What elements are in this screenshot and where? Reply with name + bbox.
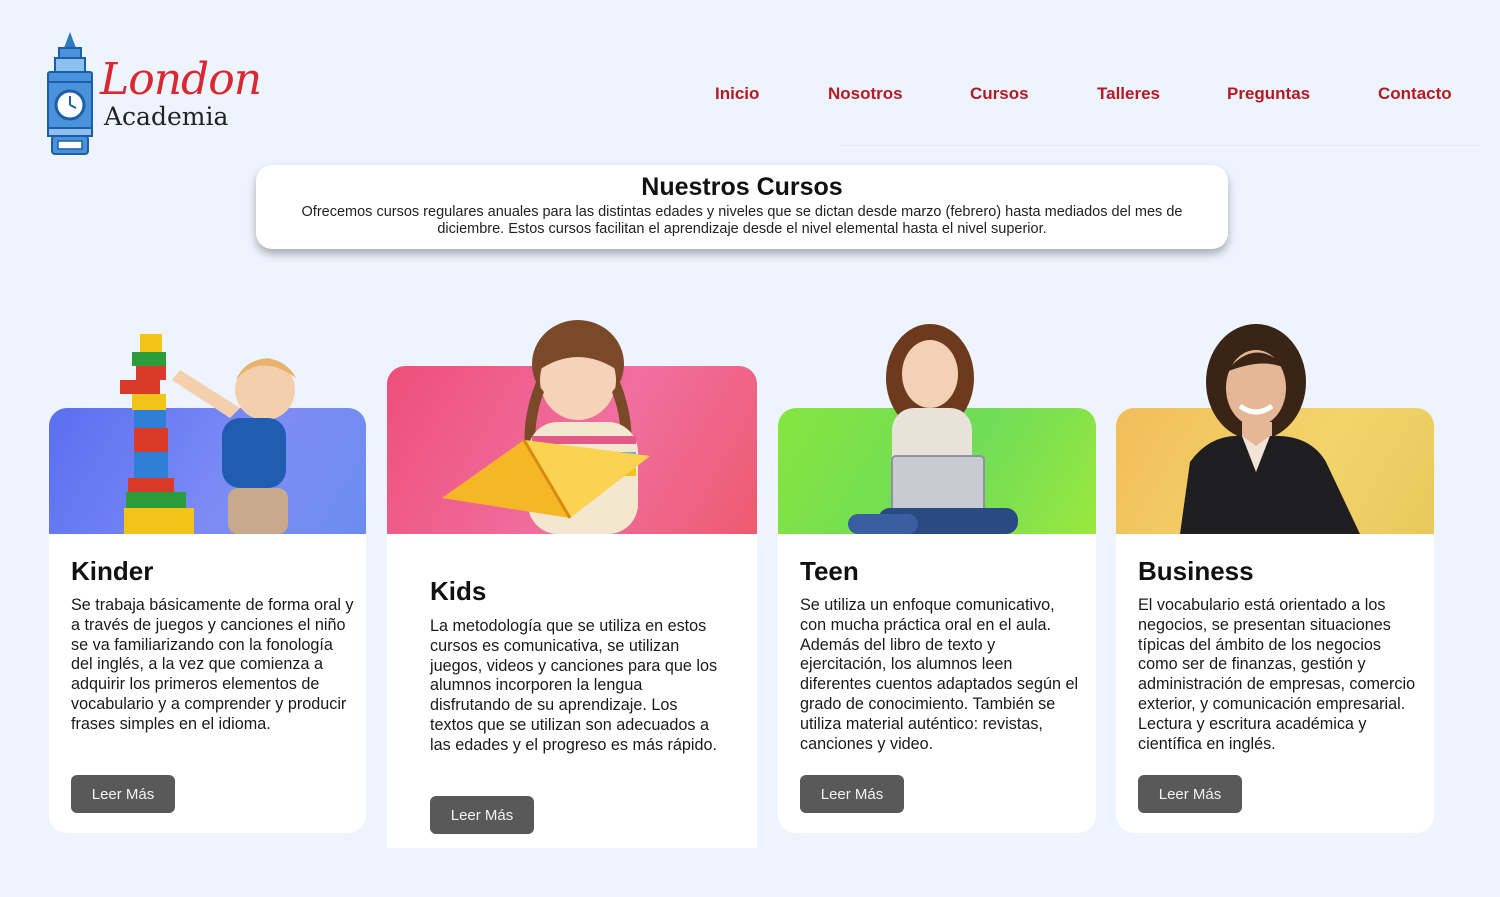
kids-girl-image bbox=[442, 320, 650, 534]
leer-mas-button[interactable]: Leer Más bbox=[71, 775, 175, 813]
card-title: Kinder bbox=[71, 556, 154, 586]
kinder-child-image bbox=[120, 334, 296, 534]
nav-nosotros[interactable]: Nosotros bbox=[828, 84, 903, 104]
courses-intro: Nuestros Cursos Ofrecemos cursos regular… bbox=[256, 165, 1228, 249]
card-title: Business bbox=[1138, 556, 1254, 586]
card-text: Se utiliza un enfoque comunicativo, con … bbox=[800, 596, 1079, 753]
nav-cursos[interactable]: Cursos bbox=[970, 84, 1029, 104]
header-divider bbox=[840, 145, 1480, 146]
nav-contacto[interactable]: Contacto bbox=[1378, 84, 1452, 104]
courses-description: Ofrecemos cursos regulares anuales para … bbox=[301, 204, 1183, 237]
nav-talleres[interactable]: Talleres bbox=[1097, 84, 1160, 104]
leer-mas-button[interactable]: Leer Más bbox=[800, 775, 904, 813]
leer-mas-button[interactable]: Leer Más bbox=[1138, 775, 1242, 813]
card-text: Se trabaja básicamente de forma oral y a… bbox=[71, 596, 354, 733]
leer-mas-button[interactable]: Leer Más bbox=[430, 796, 534, 834]
card-text: El vocabulario está orientado a los nego… bbox=[1138, 596, 1416, 753]
nav-preguntas[interactable]: Preguntas bbox=[1227, 84, 1310, 104]
main-nav: Inicio Nosotros Cursos Talleres Pregunta… bbox=[0, 84, 1500, 108]
nav-inicio[interactable]: Inicio bbox=[715, 84, 759, 104]
courses-title: Nuestros Cursos bbox=[641, 173, 843, 201]
business-woman-image bbox=[1180, 324, 1360, 534]
card-title: Kids bbox=[430, 576, 487, 606]
card-title: Teen bbox=[800, 556, 859, 586]
card-text: La metodología que se utiliza en estos c… bbox=[430, 617, 718, 754]
teen-girl-image bbox=[848, 324, 1018, 534]
